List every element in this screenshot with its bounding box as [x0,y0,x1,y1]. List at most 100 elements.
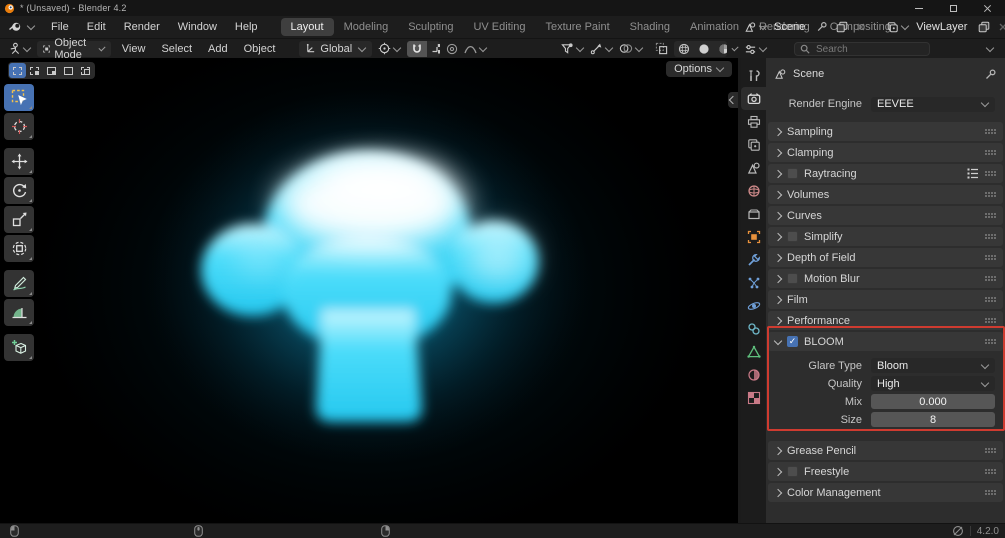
tool-annotate[interactable] [4,270,34,297]
section-motion-blur[interactable]: Motion Blur [768,269,1003,288]
section-volumes[interactable]: Volumes [768,185,1003,204]
drag-handle-icon[interactable] [985,276,996,281]
tab-render[interactable] [741,87,766,110]
tool-select-box[interactable] [4,84,34,111]
render-engine-dropdown[interactable]: EEVEE [871,96,995,112]
section-color-management[interactable]: Color Management [768,483,1003,502]
select-mode-subtract-button[interactable] [43,63,60,78]
unlink-scene-icon[interactable] [853,22,869,32]
tab-texture[interactable] [741,386,766,409]
tab-world[interactable] [741,179,766,202]
tab-texture-paint[interactable]: Texture Paint [535,18,619,36]
menu-select[interactable]: Select [153,43,200,55]
bloom-checkbox[interactable]: ✓ [787,336,798,347]
snap-toggle-button[interactable] [407,40,428,57]
drag-handle-icon[interactable] [985,318,996,323]
tab-physics[interactable] [741,294,766,317]
shading-solid-button[interactable] [694,41,714,57]
section-curves[interactable]: Curves [768,206,1003,225]
drag-handle-icon[interactable] [985,234,996,239]
tool-rotate[interactable] [4,177,34,204]
section-depth-of-field[interactable]: Depth of Field [768,248,1003,267]
tab-object-data[interactable] [741,340,766,363]
select-mode-invert-button[interactable] [60,63,77,78]
menu-help[interactable]: Help [226,18,267,36]
simplify-checkbox[interactable] [787,231,798,242]
maximize-button[interactable] [947,2,959,14]
remove-view-layer-icon[interactable] [995,22,1005,32]
search-input[interactable] [814,42,918,56]
transform-orientation-selector[interactable]: Global [299,40,373,57]
tab-constraints[interactable] [741,317,766,340]
menu-edit[interactable]: Edit [78,18,115,36]
tab-modeling[interactable]: Modeling [334,18,399,36]
tab-material[interactable] [741,363,766,386]
drag-handle-icon[interactable] [985,171,996,176]
tab-output[interactable] [741,110,766,133]
section-sampling[interactable]: Sampling [768,122,1003,141]
tab-tool[interactable] [741,64,766,87]
drag-handle-icon[interactable] [985,469,996,474]
menu-window[interactable]: Window [169,18,226,36]
network-offline-icon[interactable] [952,525,964,537]
new-scene-copy-icon[interactable] [833,21,851,33]
pin-id-icon[interactable] [984,68,997,81]
drag-handle-icon[interactable] [985,255,996,260]
section-clamping[interactable]: Clamping [768,143,1003,162]
menu-view[interactable]: View [114,43,154,55]
minimize-button[interactable] [913,2,925,14]
motion-blur-checkbox[interactable] [787,273,798,284]
size-value-slider[interactable]: 8 [871,412,995,427]
close-button[interactable] [981,2,993,14]
xray-toggle-button[interactable] [652,42,671,55]
tab-sculpting[interactable]: Sculpting [398,18,463,36]
tool-add-cube[interactable] [4,334,34,361]
drag-handle-icon[interactable] [985,490,996,495]
view-layer-datablock-icon[interactable] [883,21,912,33]
glare-type-dropdown[interactable]: Bloom [871,358,995,373]
section-film[interactable]: Film [768,290,1003,309]
tool-transform[interactable] [4,235,34,262]
blender-menu-button[interactable] [0,20,42,34]
properties-editor-type-button[interactable] [741,43,770,56]
tab-collection[interactable] [741,202,766,225]
proportional-falloff-button[interactable] [461,43,490,55]
pivot-point-button[interactable] [375,42,404,55]
drag-handle-icon[interactable] [985,213,996,218]
new-view-layer-copy-icon[interactable] [975,21,993,33]
tab-view-layer[interactable] [741,133,766,156]
mode-selector[interactable]: Object Mode [37,37,111,61]
section-grease-pencil[interactable]: Grease Pencil [768,441,1003,460]
tool-move[interactable] [4,148,34,175]
tool-measure[interactable] [4,299,34,326]
drag-handle-icon[interactable] [985,129,996,134]
section-raytracing[interactable]: Raytracing [768,164,1003,183]
mix-value-slider[interactable]: 0.000 [871,394,995,409]
show-object-types-button[interactable] [558,42,587,55]
drag-handle-icon[interactable] [985,339,996,344]
pin-icon[interactable] [813,21,831,33]
snap-settings-button[interactable] [427,41,441,57]
options-dropdown[interactable]: Options [666,61,732,77]
select-mode-set-button[interactable] [9,63,26,78]
scene-datablock-icon[interactable] [741,21,770,33]
freestyle-checkbox[interactable] [787,466,798,477]
tab-particles[interactable] [741,271,766,294]
properties-search[interactable] [794,42,930,56]
presets-list-icon[interactable] [967,168,979,179]
quality-dropdown[interactable]: High [871,376,995,391]
select-mode-extend-button[interactable] [26,63,43,78]
tab-object[interactable] [741,225,766,248]
shading-material-button[interactable] [714,41,727,57]
menu-add[interactable]: Add [200,43,236,55]
drag-handle-icon[interactable] [985,192,996,197]
section-bloom-header[interactable]: ✓ BLOOM [768,332,1003,351]
menu-render[interactable]: Render [115,18,169,36]
overlays-button[interactable] [616,42,646,55]
tab-layout[interactable]: Layout [280,18,334,36]
tool-scale[interactable] [4,206,34,233]
tab-scene[interactable] [741,156,766,179]
tab-animation[interactable]: Animation [680,18,749,36]
select-mode-intersect-button[interactable] [77,63,94,78]
scene-name[interactable]: Scene [772,21,811,33]
